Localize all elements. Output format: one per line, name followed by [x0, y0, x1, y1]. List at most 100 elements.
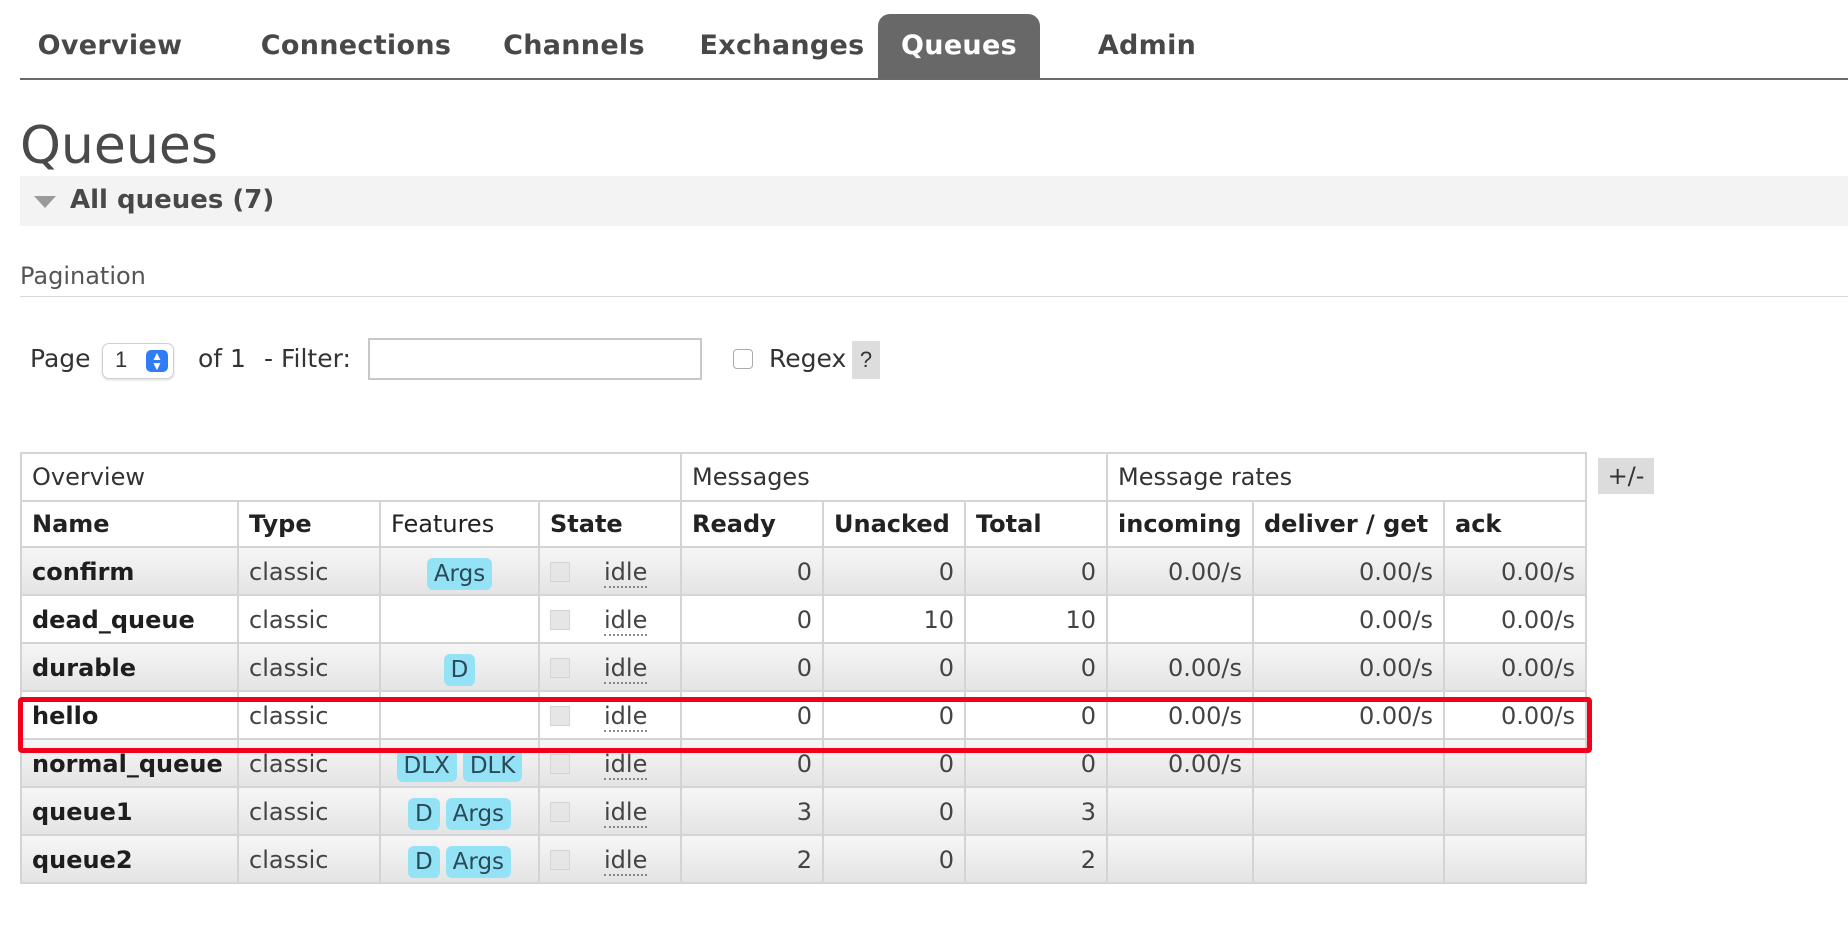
queue-features: D — [379, 642, 540, 692]
incoming-rate: 0.00/s — [1106, 690, 1254, 740]
queue-name-link[interactable]: queue2 — [20, 834, 239, 884]
queue-state: idle — [538, 786, 682, 836]
queue-type: classic — [237, 594, 381, 644]
total-count: 10 — [964, 594, 1108, 644]
feature-badge: Args — [426, 558, 493, 590]
divider — [20, 296, 1848, 297]
col-type[interactable]: Type — [237, 500, 381, 548]
ack-rate: 0.00/s — [1443, 690, 1587, 740]
state-text: idle — [604, 846, 648, 876]
state-indicator-icon — [550, 802, 570, 822]
queue-state: idle — [538, 594, 682, 644]
incoming-rate: 0.00/s — [1106, 642, 1254, 692]
page-title: Queues — [20, 116, 218, 176]
ready-count: 3 — [680, 786, 824, 836]
queue-name-link[interactable]: dead_queue — [20, 594, 239, 644]
queue-state: idle — [538, 642, 682, 692]
select-arrows-icon: ▲ ▼ — [146, 350, 168, 372]
queue-state: idle — [538, 738, 682, 788]
page-select[interactable]: 1 ▲ ▼ — [102, 343, 174, 379]
queue-name-link[interactable]: durable — [20, 642, 239, 692]
ready-count: 0 — [680, 594, 824, 644]
total-count: 0 — [964, 546, 1108, 596]
queue-state: idle — [538, 690, 682, 740]
ack-rate: 0.00/s — [1443, 594, 1587, 644]
queue-state: idle — [538, 834, 682, 884]
queue-type: classic — [237, 690, 381, 740]
state-text: idle — [604, 798, 648, 828]
feature-badge: Args — [445, 846, 512, 878]
table-row: queue1 classic D Args idle 3 0 3 — [20, 786, 1587, 836]
all-queues-section-header[interactable]: All queues (7) — [20, 176, 1848, 226]
tab-connections[interactable]: Connections — [242, 14, 470, 78]
col-unacked[interactable]: Unacked — [822, 500, 966, 548]
feature-badge: D — [407, 798, 440, 830]
tab-channels[interactable]: Channels — [492, 14, 656, 78]
unacked-count: 0 — [822, 546, 966, 596]
page-label: Page — [30, 344, 91, 373]
queue-features: D Args — [379, 786, 540, 836]
ack-rate — [1443, 738, 1587, 788]
ready-count: 0 — [680, 738, 824, 788]
page-select-value: 1 — [115, 347, 128, 372]
total-count: 3 — [964, 786, 1108, 836]
table-row: dead_queue classic idle 0 10 10 0.00/s 0… — [20, 594, 1587, 644]
col-deliver-get[interactable]: deliver / get — [1252, 500, 1445, 548]
col-ack[interactable]: ack — [1443, 500, 1587, 548]
col-features: Features — [379, 500, 540, 548]
regex-checkbox[interactable] — [733, 349, 753, 369]
group-messages: Messages — [680, 452, 1108, 502]
total-count: 2 — [964, 834, 1108, 884]
total-count: 0 — [964, 642, 1108, 692]
regex-label: Regex — [769, 344, 847, 373]
incoming-rate — [1106, 834, 1254, 884]
unacked-count: 0 — [822, 786, 966, 836]
col-incoming[interactable]: incoming — [1106, 500, 1254, 548]
queue-features: D Args — [379, 834, 540, 884]
unacked-count: 10 — [822, 594, 966, 644]
queue-features — [379, 594, 540, 644]
feature-badge: Args — [445, 798, 512, 830]
state-indicator-icon — [550, 706, 570, 726]
state-text: idle — [604, 750, 648, 780]
queue-name-link[interactable]: normal_queue — [20, 738, 239, 788]
filter-label: - Filter: — [264, 344, 351, 373]
state-text: idle — [604, 606, 648, 636]
deliver-get-rate: 0.00/s — [1252, 642, 1445, 692]
collapse-triangle-icon — [34, 196, 56, 208]
unacked-count: 0 — [822, 834, 966, 884]
deliver-get-rate — [1252, 786, 1445, 836]
ack-rate: 0.00/s — [1443, 546, 1587, 596]
queue-type: classic — [237, 546, 381, 596]
queue-name-link[interactable]: hello — [20, 690, 239, 740]
ack-rate — [1443, 834, 1587, 884]
total-count: 0 — [964, 738, 1108, 788]
state-indicator-icon — [550, 610, 570, 630]
state-indicator-icon — [550, 754, 570, 774]
column-toggle-button[interactable]: +/- — [1598, 458, 1654, 494]
table-row: confirm classic Args idle 0 0 0 0.00/s 0… — [20, 546, 1587, 596]
ready-count: 0 — [680, 642, 824, 692]
of-pages-label: of 1 — [198, 344, 246, 373]
tab-admin[interactable]: Admin — [1080, 14, 1214, 78]
incoming-rate — [1106, 594, 1254, 644]
col-ready[interactable]: Ready — [680, 500, 824, 548]
tab-overview[interactable]: Overview — [30, 14, 190, 78]
col-total[interactable]: Total — [964, 500, 1108, 548]
filter-input[interactable] — [368, 338, 702, 380]
regex-help-button[interactable]: ? — [852, 341, 880, 379]
col-name[interactable]: Name — [20, 500, 239, 548]
queue-type: classic — [237, 786, 381, 836]
incoming-rate — [1106, 786, 1254, 836]
col-state[interactable]: State — [538, 500, 682, 548]
tab-queues[interactable]: Queues — [878, 14, 1040, 78]
total-count: 0 — [964, 690, 1108, 740]
deliver-get-rate: 0.00/s — [1252, 690, 1445, 740]
queue-type: classic — [237, 738, 381, 788]
ready-count: 0 — [680, 546, 824, 596]
queue-name-link[interactable]: confirm — [20, 546, 239, 596]
queue-name-link[interactable]: queue1 — [20, 786, 239, 836]
deliver-get-rate — [1252, 834, 1445, 884]
queue-state: idle — [538, 546, 682, 596]
tab-exchanges[interactable]: Exchanges — [684, 14, 880, 78]
